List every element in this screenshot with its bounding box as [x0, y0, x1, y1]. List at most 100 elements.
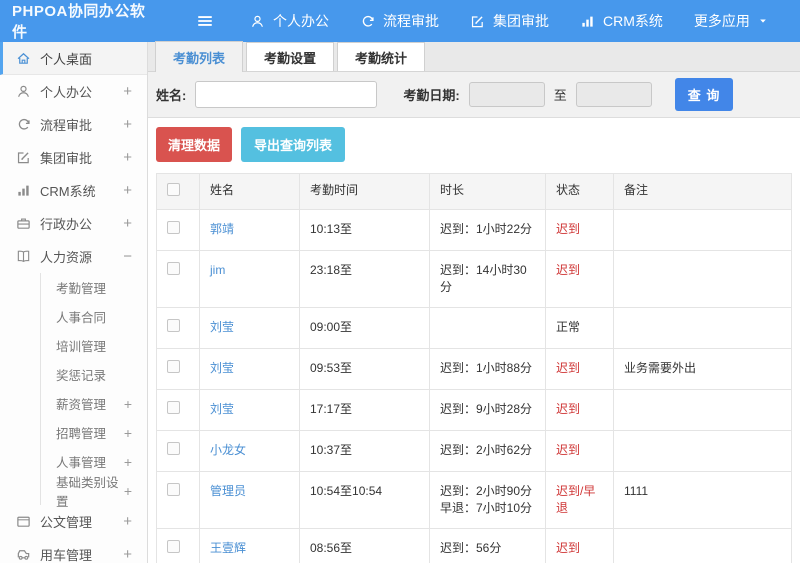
nav-item[interactable]: 个人办公 — [250, 11, 329, 31]
search-button[interactable]: 查 询 — [674, 78, 734, 111]
sidebar-item[interactable]: 基础类别设置 + — [0, 476, 147, 509]
toolbar: 清理数据 导出查询列表 — [156, 127, 792, 162]
chart-icon — [16, 183, 31, 198]
row-checkbox[interactable] — [167, 483, 180, 496]
clear-data-button[interactable]: 清理数据 — [156, 127, 233, 162]
expand-toggle-icon[interactable]: + — [124, 454, 132, 470]
expand-toggle-icon[interactable]: + — [123, 149, 132, 166]
employee-name-link[interactable]: 刘莹 — [210, 361, 234, 375]
employee-name-link[interactable]: 刘莹 — [210, 320, 234, 334]
expand-toggle-icon[interactable]: + — [123, 182, 132, 199]
expand-toggle-icon[interactable]: + — [124, 425, 132, 441]
row-checkbox[interactable] — [167, 262, 180, 275]
sidebar-item[interactable]: 人事合同 — [0, 302, 147, 331]
export-list-button[interactable]: 导出查询列表 — [241, 127, 346, 162]
row-checkbox[interactable] — [167, 221, 180, 234]
date-to-input[interactable] — [575, 82, 652, 107]
employee-name-link[interactable]: 管理员 — [210, 484, 246, 498]
expand-toggle-icon[interactable]: + — [124, 396, 132, 412]
status-badge: 迟到/早退 — [545, 471, 614, 529]
sidebar-item[interactable]: 个人桌面 — [0, 42, 147, 75]
sidebar-item[interactable]: 人力资源 − — [0, 240, 147, 273]
nav-item[interactable]: 流程审批 — [360, 11, 439, 31]
sidebar-item[interactable]: 考勤管理 — [0, 273, 147, 302]
nav-item[interactable]: 更多应用 — [694, 11, 768, 31]
row-checkbox[interactable] — [167, 540, 180, 553]
sidebar-item-label: 招聘管理 — [56, 427, 107, 441]
expand-toggle-icon[interactable]: + — [123, 116, 132, 133]
sidebar-item-label: 个人办公 — [40, 85, 93, 100]
sidebar-item[interactable]: 个人办公 + — [0, 75, 147, 108]
date-from-input[interactable] — [468, 82, 545, 107]
sidebar-item-label: 考勤管理 — [56, 282, 107, 296]
duration-cell: 迟到：2小时90分 早退：7小时10分 — [429, 471, 546, 529]
col-header-note: 备注 — [613, 173, 792, 210]
employee-name-link[interactable]: 王壹辉 — [210, 541, 246, 555]
status-badge: 迟到 — [545, 389, 614, 431]
expand-toggle-icon[interactable]: + — [123, 83, 132, 100]
employee-name-link[interactable]: 郭靖 — [210, 222, 234, 236]
flow-icon — [16, 117, 31, 132]
expand-toggle-icon[interactable]: + — [123, 546, 132, 563]
employee-name-link[interactable]: 刘莹 — [210, 402, 234, 416]
car-icon — [16, 547, 31, 562]
nav-item-label: 流程审批 — [383, 13, 439, 29]
row-checkbox[interactable] — [167, 401, 180, 414]
table-row: 刘莹 09:53至 迟到：1小时88分 迟到 业务需要外出 — [156, 348, 792, 390]
status-badge: 迟到 — [545, 528, 614, 563]
col-header-name: 姓名 — [199, 173, 300, 210]
attendance-time-cell: 17:17至 — [299, 389, 430, 431]
sidebar-item[interactable]: 公文管理 + — [0, 505, 147, 538]
name-filter-input[interactable] — [195, 81, 378, 108]
sidebar-item[interactable]: 招聘管理 + — [0, 418, 147, 447]
tab-label: 考勤列表 — [173, 50, 226, 66]
expand-toggle-icon[interactable]: + — [124, 483, 132, 499]
doc-icon — [16, 514, 31, 529]
note-cell: 业务需要外出 — [613, 348, 792, 390]
sidebar-item[interactable]: 培训管理 — [0, 331, 147, 360]
employee-name-link[interactable]: jim — [210, 263, 225, 277]
flow-icon — [360, 14, 375, 29]
note-cell — [613, 430, 792, 472]
tab-bar: 考勤列表 考勤设置 考勤统计 — [148, 41, 800, 72]
col-header-status: 状态 — [545, 173, 614, 210]
nav-item[interactable]: CRM系统 — [580, 11, 663, 31]
status-badge: 迟到 — [545, 209, 614, 251]
employee-name-link[interactable]: 小龙女 — [210, 443, 246, 457]
sidebar-item[interactable]: 奖惩记录 — [0, 360, 147, 389]
sidebar-item-label: 人事合同 — [56, 311, 107, 325]
sidebar-item[interactable]: 行政办公 + — [0, 207, 147, 240]
sidebar-item-label: 流程审批 — [40, 118, 93, 133]
row-checkbox[interactable] — [167, 360, 180, 373]
sidebar-item[interactable]: 用车管理 + — [0, 538, 147, 563]
nav-item-label: CRM系统 — [603, 13, 663, 29]
sidebar-item-label: 用车管理 — [40, 548, 93, 563]
row-checkbox[interactable] — [167, 442, 180, 455]
select-all-checkbox[interactable] — [167, 183, 180, 196]
table-row: 刘莹 09:00至 正常 — [156, 307, 792, 349]
sidebar-item[interactable]: 集团审批 + — [0, 141, 147, 174]
nav-item[interactable]: 集团审批 — [470, 11, 549, 31]
duration-cell: 迟到：9小时28分 — [429, 389, 546, 431]
sidebar-item[interactable]: 薪资管理 + — [0, 389, 147, 418]
attendance-table: 姓名 考勤时间 时长 状态 备注 郭靖 10:13至 迟到：1小时22分 迟到 … — [156, 173, 792, 563]
note-cell — [613, 389, 792, 431]
sidebar-item[interactable]: 流程审批 + — [0, 108, 147, 141]
attendance-time-cell: 10:13至 — [299, 209, 430, 251]
sidebar-item[interactable]: CRM系统 + — [0, 174, 147, 207]
table-row: 小龙女 10:37至 迟到：2小时62分 迟到 — [156, 430, 792, 472]
row-checkbox[interactable] — [167, 319, 180, 332]
expand-toggle-icon[interactable]: − — [123, 248, 132, 265]
tab[interactable]: 考勤统计 — [337, 42, 426, 71]
menu-icon[interactable] — [196, 12, 214, 30]
edit-icon — [16, 150, 31, 165]
tab[interactable]: 考勤列表 — [155, 41, 244, 72]
note-cell: 1111 — [613, 471, 792, 529]
expand-toggle-icon[interactable]: + — [123, 215, 132, 232]
expand-toggle-icon[interactable]: + — [123, 513, 132, 530]
duration-cell — [429, 307, 546, 349]
tab[interactable]: 考勤设置 — [246, 42, 335, 71]
attendance-time-cell: 08:56至 — [299, 528, 430, 563]
sidebar-item-label: 公文管理 — [40, 515, 93, 530]
duration-cell: 迟到：56分 — [429, 528, 546, 563]
